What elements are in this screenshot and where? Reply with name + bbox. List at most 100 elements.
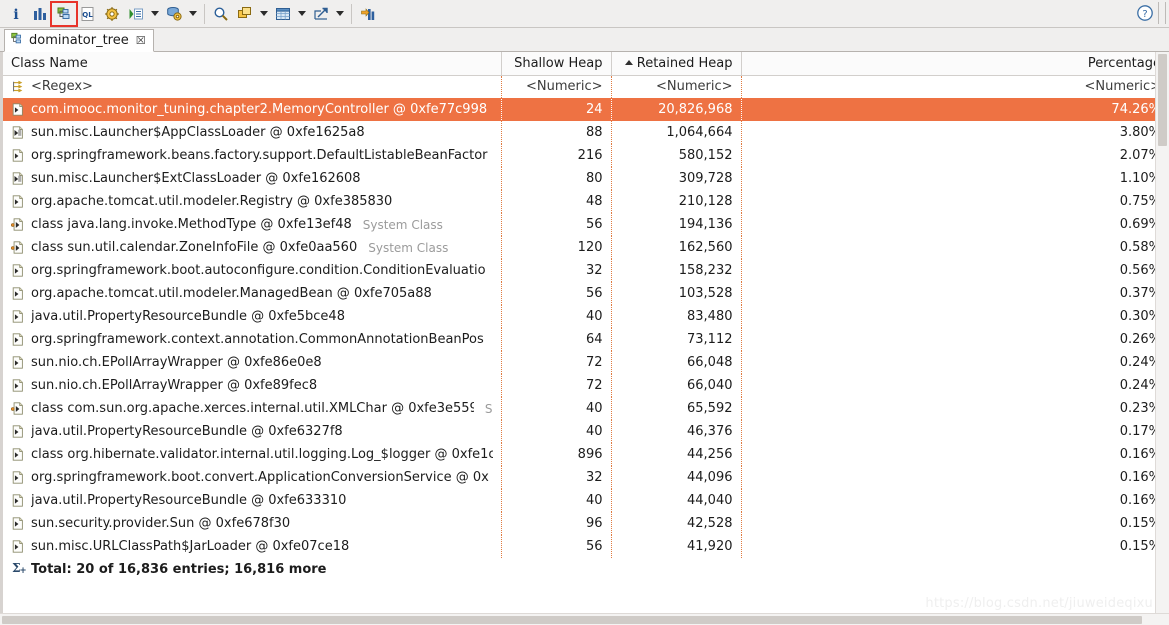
- cell-shallow-heap[interactable]: 216: [500, 144, 611, 167]
- cell-class-name[interactable]: java.util.PropertyResourceBundle @ 0xfe6…: [3, 420, 501, 443]
- cell-class-name[interactable]: class java.lang.invoke.MethodType @ 0xfe…: [3, 213, 501, 236]
- export-dropdown[interactable]: [333, 2, 347, 26]
- cell-percentage[interactable]: 0.15%: [740, 535, 1169, 558]
- table-row[interactable]: java.util.PropertyResourceBundle @ 0xfe5…: [3, 305, 1169, 328]
- cell-shallow-heap[interactable]: 40: [500, 420, 611, 443]
- cell-retained-heap[interactable]: 309,728: [610, 167, 741, 190]
- cell-class-name[interactable]: org.springframework.beans.factory.suppor…: [3, 144, 501, 167]
- cell-class-name[interactable]: sun.misc.Launcher$ExtClassLoader @ 0xfe1…: [3, 167, 501, 190]
- cell-percentage[interactable]: 3.80%: [740, 121, 1169, 144]
- cell-retained-heap[interactable]: 66,048: [610, 351, 741, 374]
- cell-shallow-heap[interactable]: 40: [500, 305, 611, 328]
- column-header-class-name[interactable]: Class Name: [3, 52, 501, 76]
- cell-retained-heap[interactable]: 66,040: [610, 374, 741, 397]
- cell-retained-heap[interactable]: 210,128: [610, 190, 741, 213]
- cell-shallow-heap[interactable]: 896: [500, 443, 611, 466]
- query-browser-icon[interactable]: [162, 2, 186, 26]
- dominator-tree-icon[interactable]: [50, 0, 78, 27]
- table-row[interactable]: org.springframework.boot.convert.Applica…: [3, 466, 1169, 489]
- table-row[interactable]: com.imooc.monitor_tuning.chapter2.Memory…: [3, 98, 1169, 121]
- cell-percentage[interactable]: 0.26%: [740, 328, 1169, 351]
- cell-shallow-heap[interactable]: 56: [500, 213, 611, 236]
- filter-class-name-cell[interactable]: <Regex>: [3, 75, 501, 98]
- cell-retained-heap[interactable]: 44,096: [610, 466, 741, 489]
- cell-shallow-heap[interactable]: 120: [500, 236, 611, 259]
- cell-percentage[interactable]: 0.17%: [740, 420, 1169, 443]
- table-row[interactable]: org.apache.tomcat.util.modeler.Registry …: [3, 190, 1169, 213]
- cell-shallow-heap[interactable]: 56: [500, 535, 611, 558]
- filter-shallow-heap-value[interactable]: <Numeric>: [500, 75, 611, 98]
- table-icon[interactable]: [271, 2, 295, 26]
- run-expert-system-test-dropdown[interactable]: [148, 2, 162, 26]
- table-row[interactable]: java.util.PropertyResourceBundle @ 0xfe6…: [3, 420, 1169, 443]
- gear-icon[interactable]: [100, 2, 124, 26]
- cell-class-name[interactable]: sun.nio.ch.EPollArrayWrapper @ 0xfe89fec…: [3, 374, 501, 397]
- filter-percentage-value[interactable]: <Numeric>: [740, 75, 1169, 98]
- cell-retained-heap[interactable]: 194,136: [610, 213, 741, 236]
- tab-dominator-tree[interactable]: dominator_tree ☒: [4, 29, 154, 52]
- cell-retained-heap[interactable]: 41,920: [610, 535, 741, 558]
- table-row[interactable]: class com.sun.org.apache.xerces.internal…: [3, 397, 1169, 420]
- vertical-scrollbar-thumb[interactable]: [1158, 54, 1167, 146]
- cell-percentage[interactable]: 0.75%: [740, 190, 1169, 213]
- cell-percentage[interactable]: 0.16%: [740, 466, 1169, 489]
- cell-retained-heap[interactable]: 580,152: [610, 144, 741, 167]
- cell-retained-heap[interactable]: 103,528: [610, 282, 741, 305]
- cell-class-name[interactable]: java.util.PropertyResourceBundle @ 0xfe5…: [3, 305, 501, 328]
- cell-retained-heap[interactable]: 65,592: [610, 397, 741, 420]
- cell-percentage[interactable]: 0.58%: [740, 236, 1169, 259]
- cell-shallow-heap[interactable]: 32: [500, 466, 611, 489]
- cell-class-name[interactable]: com.imooc.monitor_tuning.chapter2.Memory…: [3, 98, 501, 121]
- cell-retained-heap[interactable]: 44,256: [610, 443, 741, 466]
- cell-percentage[interactable]: 0.37%: [740, 282, 1169, 305]
- cell-percentage[interactable]: 0.16%: [740, 443, 1169, 466]
- cell-shallow-heap[interactable]: 40: [500, 489, 611, 512]
- column-header-retained-heap[interactable]: Retained Heap: [610, 52, 741, 76]
- cell-shallow-heap[interactable]: 88: [500, 121, 611, 144]
- cell-shallow-heap[interactable]: 96: [500, 512, 611, 535]
- cell-class-name[interactable]: org.springframework.boot.autoconfigure.c…: [3, 259, 501, 282]
- cell-class-name[interactable]: sun.nio.ch.EPollArrayWrapper @ 0xfe86e0e…: [3, 351, 501, 374]
- table-row[interactable]: java.util.PropertyResourceBundle @ 0xfe6…: [3, 489, 1169, 512]
- cell-class-name[interactable]: org.apache.tomcat.util.modeler.ManagedBe…: [3, 282, 501, 305]
- cell-class-name[interactable]: java.util.PropertyResourceBundle @ 0xfe6…: [3, 489, 501, 512]
- table-row[interactable]: class sun.util.calendar.ZoneInfoFile @ 0…: [3, 236, 1169, 259]
- cell-shallow-heap[interactable]: 48: [500, 190, 611, 213]
- cell-shallow-heap[interactable]: 24: [500, 98, 611, 121]
- cell-percentage[interactable]: 0.30%: [740, 305, 1169, 328]
- column-header-percentage[interactable]: Percentage: [740, 52, 1169, 76]
- filter-retained-heap-value[interactable]: <Numeric>: [610, 75, 741, 98]
- histogram-icon[interactable]: [28, 2, 52, 26]
- cell-percentage[interactable]: 0.16%: [740, 489, 1169, 512]
- cell-class-name[interactable]: sun.security.provider.Sun @ 0xfe678f30: [3, 512, 501, 535]
- table-row[interactable]: sun.misc.Launcher$ExtClassLoader @ 0xfe1…: [3, 167, 1169, 190]
- cell-percentage[interactable]: 2.07%: [740, 144, 1169, 167]
- cell-class-name[interactable]: class sun.util.calendar.ZoneInfoFile @ 0…: [3, 236, 501, 259]
- table-row[interactable]: sun.misc.Launcher$AppClassLoader @ 0xfe1…: [3, 121, 1169, 144]
- compare-icon[interactable]: [356, 2, 380, 26]
- horizontal-scrollbar-thumb[interactable]: [2, 616, 1142, 624]
- info-icon[interactable]: i: [4, 2, 28, 26]
- cell-class-name[interactable]: class org.hibernate.validator.internal.u…: [3, 443, 501, 466]
- group-result-icon[interactable]: [233, 2, 257, 26]
- table-row[interactable]: sun.misc.URLClassPath$JarLoader @ 0xfe07…: [3, 535, 1169, 558]
- export-icon[interactable]: [309, 2, 333, 26]
- cell-shallow-heap[interactable]: 56: [500, 282, 611, 305]
- cell-class-name[interactable]: org.apache.tomcat.util.modeler.Registry …: [3, 190, 501, 213]
- run-expert-system-test-icon[interactable]: [124, 2, 148, 26]
- cell-retained-heap[interactable]: 158,232: [610, 259, 741, 282]
- close-icon[interactable]: ☒: [136, 35, 146, 46]
- cell-retained-heap[interactable]: 162,560: [610, 236, 741, 259]
- cell-shallow-heap[interactable]: 72: [500, 374, 611, 397]
- cell-retained-heap[interactable]: 73,112: [610, 328, 741, 351]
- cell-retained-heap[interactable]: 20,826,968: [610, 98, 741, 121]
- cell-shallow-heap[interactable]: 40: [500, 397, 611, 420]
- query-browser-dropdown[interactable]: [186, 2, 200, 26]
- cell-class-name[interactable]: org.springframework.boot.convert.Applica…: [3, 466, 501, 489]
- cell-percentage[interactable]: 74.26%: [740, 98, 1169, 121]
- table-row[interactable]: sun.nio.ch.EPollArrayWrapper @ 0xfe86e0e…: [3, 351, 1169, 374]
- table-dropdown[interactable]: [295, 2, 309, 26]
- cell-retained-heap[interactable]: 42,528: [610, 512, 741, 535]
- cell-class-name[interactable]: org.springframework.context.annotation.C…: [3, 328, 501, 351]
- cell-class-name[interactable]: sun.misc.URLClassPath$JarLoader @ 0xfe07…: [3, 535, 501, 558]
